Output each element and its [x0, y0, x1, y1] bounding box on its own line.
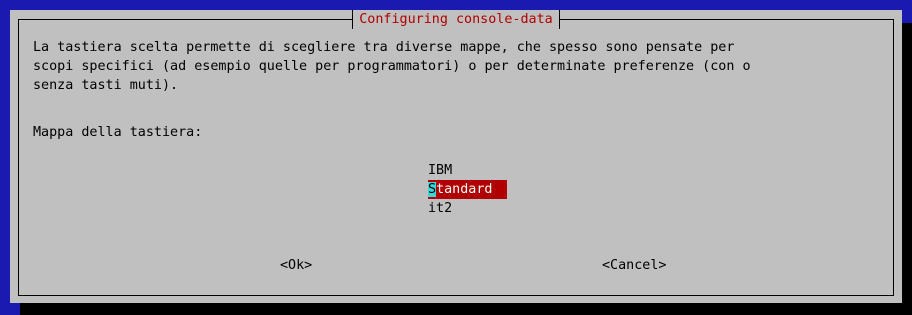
dialog: Configuring console-data La tastiera sce…	[10, 10, 902, 303]
keymap-option-ibm[interactable]: IBM	[428, 161, 507, 180]
selection-cursor: S	[428, 182, 437, 197]
message-line: senza tasti muti).	[33, 78, 179, 93]
message-line: scopi specifici (ad esempio quelle per p…	[33, 59, 751, 74]
keymap-list[interactable]: IBM Standard it2	[428, 161, 507, 218]
keymap-option-standard-label: tandard	[436, 182, 493, 197]
cancel-button[interactable]: <Cancel>	[602, 256, 667, 275]
keymap-prompt: Mappa della tastiera:	[33, 125, 203, 140]
keymap-option-it2[interactable]: it2	[428, 199, 507, 218]
dialog-title: Configuring console-data	[352, 10, 560, 29]
message-line: La tastiera scelta permette di scegliere…	[33, 40, 735, 55]
keymap-option-standard[interactable]: Standard	[428, 180, 507, 199]
dialog-message: La tastiera scelta permette di scegliere…	[33, 38, 751, 95]
ok-button[interactable]: <Ok>	[280, 256, 312, 275]
